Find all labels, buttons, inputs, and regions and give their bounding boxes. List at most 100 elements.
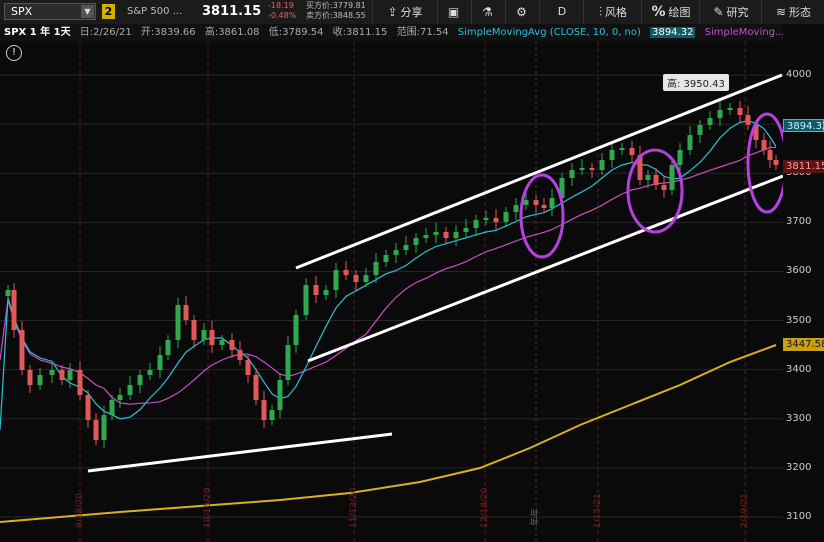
candle-body <box>5 290 11 296</box>
top-toolbar: SPX ▼ 2 S&P 500 ... 3811.15 -18.19 -0.48… <box>0 0 824 25</box>
candle-body <box>423 235 429 238</box>
year-marker: 年年 <box>531 507 541 526</box>
share-icon: ⇪ <box>387 5 398 19</box>
change-block: -18.19 -0.48% <box>268 1 296 21</box>
candle-body <box>579 168 585 170</box>
candle-body <box>19 330 25 370</box>
drawings-button[interactable]: % 绘图 <box>641 0 700 24</box>
study-sma10-value: 3894.32 <box>650 27 696 38</box>
calendar-icon: ▣ <box>447 5 460 19</box>
candle-body <box>717 110 723 118</box>
sma10-price-tag: 3894.32 <box>783 119 824 132</box>
candle-body <box>323 290 329 295</box>
candle-body <box>37 375 43 385</box>
symbol-description: S&P 500 ... <box>127 6 183 17</box>
highlight-circle <box>626 148 684 234</box>
candle-body <box>27 370 33 385</box>
candle-body <box>93 420 99 440</box>
candle-body <box>229 340 235 350</box>
sma20-line <box>0 146 776 405</box>
studies-label: 研究 <box>726 6 749 19</box>
price-axis-label: 4000 <box>786 69 812 80</box>
date-axis-label: 1/15/21 <box>593 493 603 528</box>
flask-button[interactable]: ⚗ <box>471 0 506 24</box>
date-axis-label: 10/16/20 <box>203 487 213 528</box>
info-open: 开:3839.66 <box>140 27 196 38</box>
candle-body <box>443 232 449 238</box>
candle-body <box>245 360 251 375</box>
candle-body <box>59 370 65 380</box>
candle-body <box>219 340 225 345</box>
share-label: 分享 <box>400 6 423 19</box>
trendline <box>295 73 783 270</box>
settings-button[interactable]: ⚙ <box>505 0 540 24</box>
percent-icon: % <box>651 4 666 20</box>
candle-body <box>403 245 409 250</box>
candle-body <box>85 395 91 420</box>
price-axis-label: 3100 <box>786 510 812 522</box>
month-separators <box>79 41 746 542</box>
study-sma10-label[interactable]: SimpleMovingAvg (CLOSE, 10, 0, no) <box>458 27 641 38</box>
symbol-selector[interactable]: SPX ▼ <box>4 3 96 20</box>
bid-price: 买方价:3779.81 <box>306 1 366 10</box>
candle-body <box>697 125 703 135</box>
candle-body <box>727 108 733 110</box>
flask-icon: ⚗ <box>482 5 493 19</box>
patterns-button[interactable]: ≋ 形态 <box>761 0 824 24</box>
candle-style-icon: ⫶ <box>598 5 602 19</box>
chart-title: SPX 1 年 1天 <box>4 27 71 38</box>
candle-body <box>453 232 459 238</box>
candle-body <box>493 218 499 222</box>
candle-body <box>313 285 319 295</box>
style-button[interactable]: ⫶ 风格 <box>583 0 642 24</box>
chart-settings-icon[interactable]: ! <box>6 45 22 61</box>
candle-body <box>147 370 153 375</box>
price-axis-label: 3400 <box>786 363 812 375</box>
candle-body <box>11 290 17 330</box>
candle-body <box>101 415 107 440</box>
candle-body <box>237 350 243 360</box>
info-low: 低:3789.54 <box>268 27 324 38</box>
candle-body <box>413 238 419 245</box>
candle-body <box>533 200 539 205</box>
candle-body <box>285 345 291 380</box>
candle-body <box>513 205 519 212</box>
period-button[interactable]: D <box>539 0 584 24</box>
candle-body <box>687 135 693 150</box>
studies-button[interactable]: ✎ 研究 <box>699 0 762 24</box>
candle-body <box>549 198 555 208</box>
chevron-down-icon[interactable]: ▼ <box>81 5 94 18</box>
info-date: 日:2/26/21 <box>79 27 132 38</box>
candle-body <box>363 275 369 282</box>
chart-info-bar: SPX 1 年 1天 日:2/26/21 开:3839.66 高:3861.08… <box>0 24 783 41</box>
candle-body <box>175 305 181 340</box>
candle-body <box>629 148 635 155</box>
share-button[interactable]: ⇪ 分享 <box>372 0 437 24</box>
candle-body <box>707 118 713 125</box>
candle-body <box>767 150 773 160</box>
candle-body <box>745 115 751 125</box>
candle-body <box>589 168 595 170</box>
patterns-icon: ≋ <box>775 5 787 19</box>
candle-body <box>677 150 683 165</box>
date-axis-label: 9/18/20 <box>75 493 85 528</box>
studies-icon: ✎ <box>713 5 724 19</box>
candle-body <box>277 380 283 410</box>
last-price-tag: 3811.15 <box>783 160 824 173</box>
study-sma-other-label[interactable]: SimpleMoving... <box>705 27 783 38</box>
date-axis-label: 12/18/20 <box>480 487 490 528</box>
link-badge[interactable]: 2 <box>102 4 115 19</box>
high-price-tag: 高: 3950.43 <box>663 74 729 91</box>
pct-change: -0.48% <box>268 11 297 20</box>
candle-body <box>599 160 605 170</box>
calendar-button[interactable]: ▣ <box>437 0 472 24</box>
candle-body <box>473 220 479 228</box>
date-axis-label: 11/13/20 <box>349 487 359 528</box>
candle-body <box>645 175 651 180</box>
price-axis-label: 3500 <box>786 314 812 326</box>
candle-body <box>67 370 73 380</box>
chart-grid <box>0 74 783 518</box>
price-chart[interactable] <box>0 41 783 542</box>
candle-body <box>761 140 767 150</box>
info-close: 收:3811.15 <box>332 27 388 38</box>
